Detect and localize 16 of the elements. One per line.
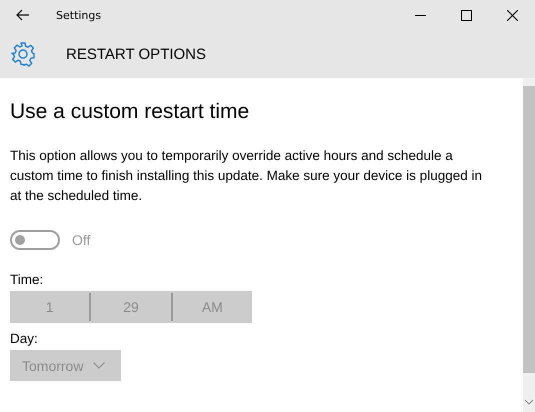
scroll-down-icon[interactable] [523,398,535,406]
description-text: This option allows you to temporarily override active hours and schedule a custom time to finish installing this update. Make sure your device is plugged in at the scheduled time. [10,147,483,205]
page-title: RESTART OPTIONS [66,46,206,62]
window-title: Settings [56,8,102,22]
chevron-down-icon [93,362,106,369]
toggle-label: Off [72,232,90,248]
close-icon [506,10,518,20]
time-label: Time: [10,272,44,287]
settings-icon [10,41,36,67]
toggle-switch[interactable] [10,230,60,250]
back-arrow-icon [16,9,30,21]
maximize-icon [460,10,472,20]
scrollbar-thumb[interactable] [523,86,535,373]
day-label: Day: [10,331,39,346]
section-heading: Use a custom restart time [10,100,250,124]
minimize-icon [414,14,426,16]
